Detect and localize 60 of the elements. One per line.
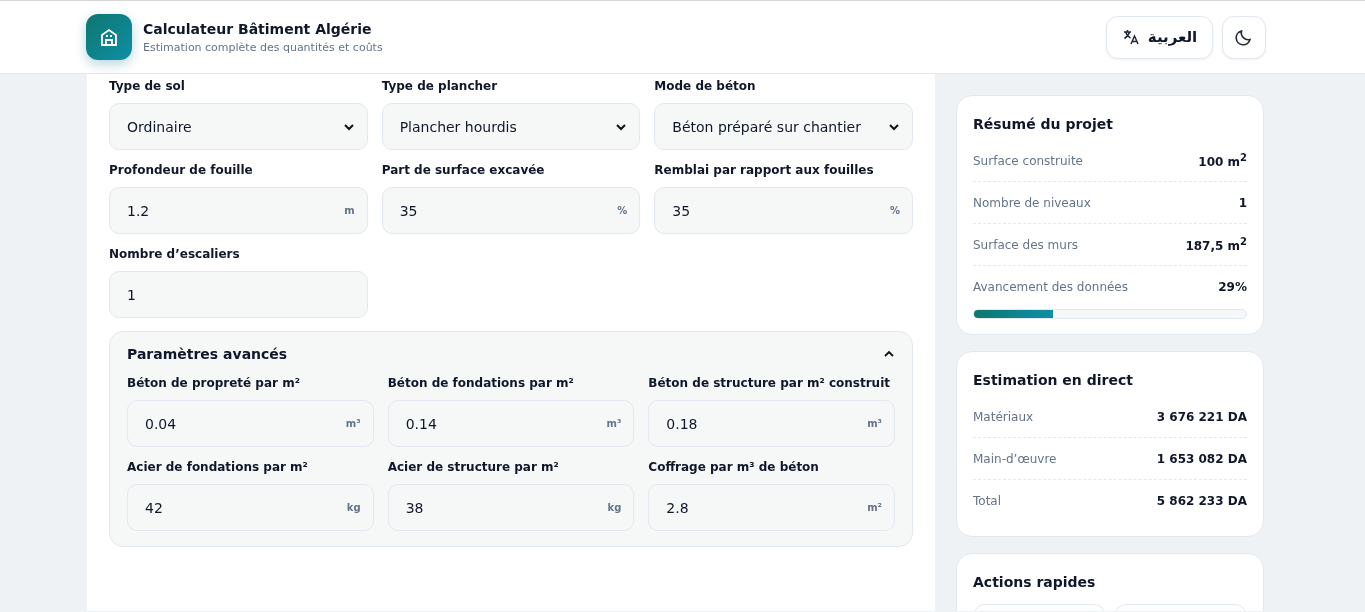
field-label: Acier de fondations par m² <box>127 460 309 476</box>
card-title: Estimation en direct <box>973 372 1134 388</box>
card-title: Actions rapides <box>973 574 1097 590</box>
summary-value: 29% <box>1218 279 1247 294</box>
field-label: Part de surface excavée <box>381 163 546 179</box>
house-logo-icon <box>86 14 132 60</box>
estimate-value: 5 862 233 DA <box>1156 493 1247 508</box>
input-field[interactable]: 35 <box>672 202 793 219</box>
input-field[interactable]: 0.14 <box>405 415 526 432</box>
field-label: Type de sol <box>109 79 186 95</box>
translate-icon <box>1121 28 1140 46</box>
field-label: Profondeur de fouille <box>109 163 254 179</box>
summary-value: 100 m$^{2}$ <box>1198 152 1247 169</box>
unit-label: kg <box>607 502 622 513</box>
unit-label: m³ <box>867 418 882 429</box>
unit-label: % <box>617 205 628 216</box>
field-label: Acier de structure par m² <box>387 460 560 476</box>
field-label: Béton de propreté par m² <box>127 376 301 392</box>
unit-label: m² <box>867 502 882 513</box>
card-title: Résumé du projet <box>973 116 1114 132</box>
estimate-label: Total <box>973 493 1002 508</box>
summary-label: Surface construite <box>973 153 1083 168</box>
estimate-label: Main-d’œuvre <box>973 451 1057 466</box>
dark-mode-button[interactable] <box>1222 15 1266 59</box>
select-field[interactable]: Ordinaire <box>109 103 368 150</box>
app-subtitle: Estimation complète des quantités et coûts <box>143 40 383 54</box>
input-field[interactable]: 38 <box>405 499 526 516</box>
moon-icon <box>1234 27 1254 47</box>
estimate-value: 1 653 082 DA <box>1156 451 1247 466</box>
field-label: Nombre d’escaliers <box>109 247 241 263</box>
field-label: Type de plancher <box>381 79 499 95</box>
estimate-label: Matériaux <box>973 409 1034 424</box>
summary-value: 1 <box>1238 195 1247 210</box>
summary-value: 187,5 m$^{2}$ <box>1185 236 1247 253</box>
unit-label: m³ <box>345 418 361 429</box>
field-label: Béton de fondations par m² <box>387 376 575 392</box>
summary-label: Avancement des données <box>973 279 1128 294</box>
select-field[interactable]: Plancher hourdis <box>381 103 641 150</box>
summary-label: Surface des murs <box>973 237 1079 252</box>
summary-label: Nombre de niveaux <box>973 195 1091 210</box>
input-field[interactable]: 1 <box>127 286 247 303</box>
unit-label: m³ <box>606 418 622 429</box>
unit-label: kg <box>346 502 361 513</box>
input-field[interactable]: 42 <box>145 499 265 516</box>
select-field[interactable]: Béton préparé sur chantier <box>654 103 913 150</box>
unit-label: m <box>344 205 355 216</box>
panel-title: Paramètres avancés <box>127 346 288 362</box>
field-label: Mode de béton <box>654 79 757 95</box>
input-field[interactable]: 1.2 <box>127 202 247 219</box>
input-field[interactable]: 0.04 <box>145 415 265 432</box>
input-field[interactable]: 35 <box>399 202 520 219</box>
app-title: Calculateur Bâtiment Algérie <box>143 20 373 37</box>
input-field[interactable]: 0.18 <box>666 415 787 432</box>
unit-label: % <box>889 205 900 216</box>
field-label: Béton de structure par m² construit <box>648 376 891 392</box>
field-label: Remblai par rapport aux fouilles <box>654 163 875 179</box>
input-field[interactable]: 2.8 <box>666 499 787 516</box>
estimate-value: 3 676 221 DA <box>1156 409 1247 424</box>
language-button[interactable]: العربية <box>1106 15 1213 59</box>
field-label: Coffrage par m³ de béton <box>648 460 820 476</box>
